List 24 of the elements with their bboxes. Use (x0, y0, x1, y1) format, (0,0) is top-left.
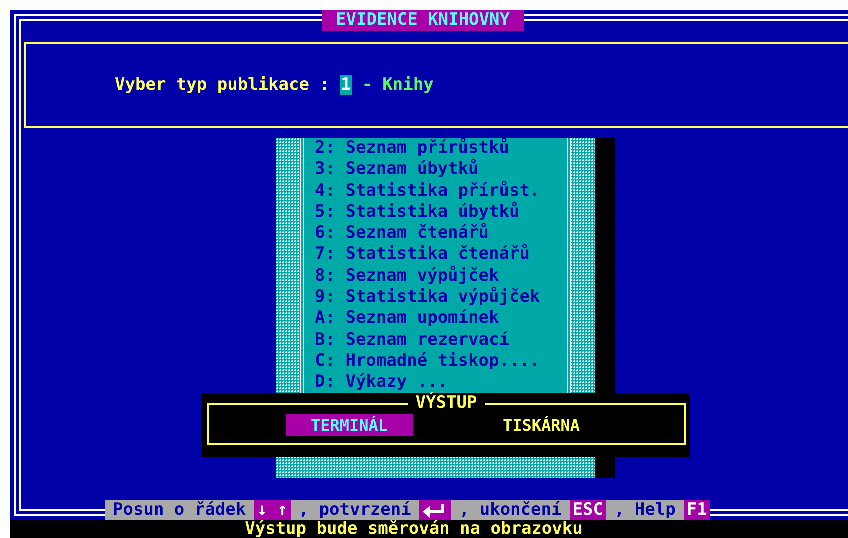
window-title: EVIDENCE KNIHOVNY (322, 10, 524, 31)
menu-item[interactable]: 7: Statistika čtenářů (315, 244, 567, 266)
output-option[interactable]: TISKÁRNA (478, 414, 605, 436)
help-text: Posun o řádek (112, 500, 248, 520)
output-option[interactable]: TERMINÁL (286, 414, 413, 436)
key-hint: F1 (684, 500, 710, 520)
menu-item[interactable]: 5: Statistika úbytků (315, 202, 567, 224)
menu-item[interactable]: 4: Statistika přírůst. (315, 180, 567, 202)
key-hint: ↓ ↑ (254, 500, 291, 520)
prompt-label: Vyber typ publikace : (115, 75, 330, 95)
menu-item[interactable]: 3: Seznam úbytků (315, 159, 567, 181)
menu-item[interactable]: A: Seznam upomínek (315, 308, 567, 330)
menu-item[interactable]: B: Seznam rezervací (315, 330, 567, 351)
type-input-field[interactable]: 1 (340, 75, 352, 95)
help-text: , ukončení (458, 500, 563, 520)
type-name: - Knihy (362, 75, 434, 95)
menu-item[interactable]: 8: Seznam výpůjček (315, 266, 567, 288)
menu-item[interactable]: 2: Seznam přírůstků (315, 138, 567, 160)
help-text: , potvrzení (298, 500, 412, 520)
menu-item[interactable]: 9: Statistika výpůjček (315, 287, 567, 308)
help-text: , Help (613, 500, 677, 520)
key-hint: ESC (570, 500, 606, 520)
menu-item[interactable]: C: Hromadné tiskop.... (315, 350, 567, 372)
menu-item[interactable]: 6: Seznam čtenářů (315, 223, 567, 244)
